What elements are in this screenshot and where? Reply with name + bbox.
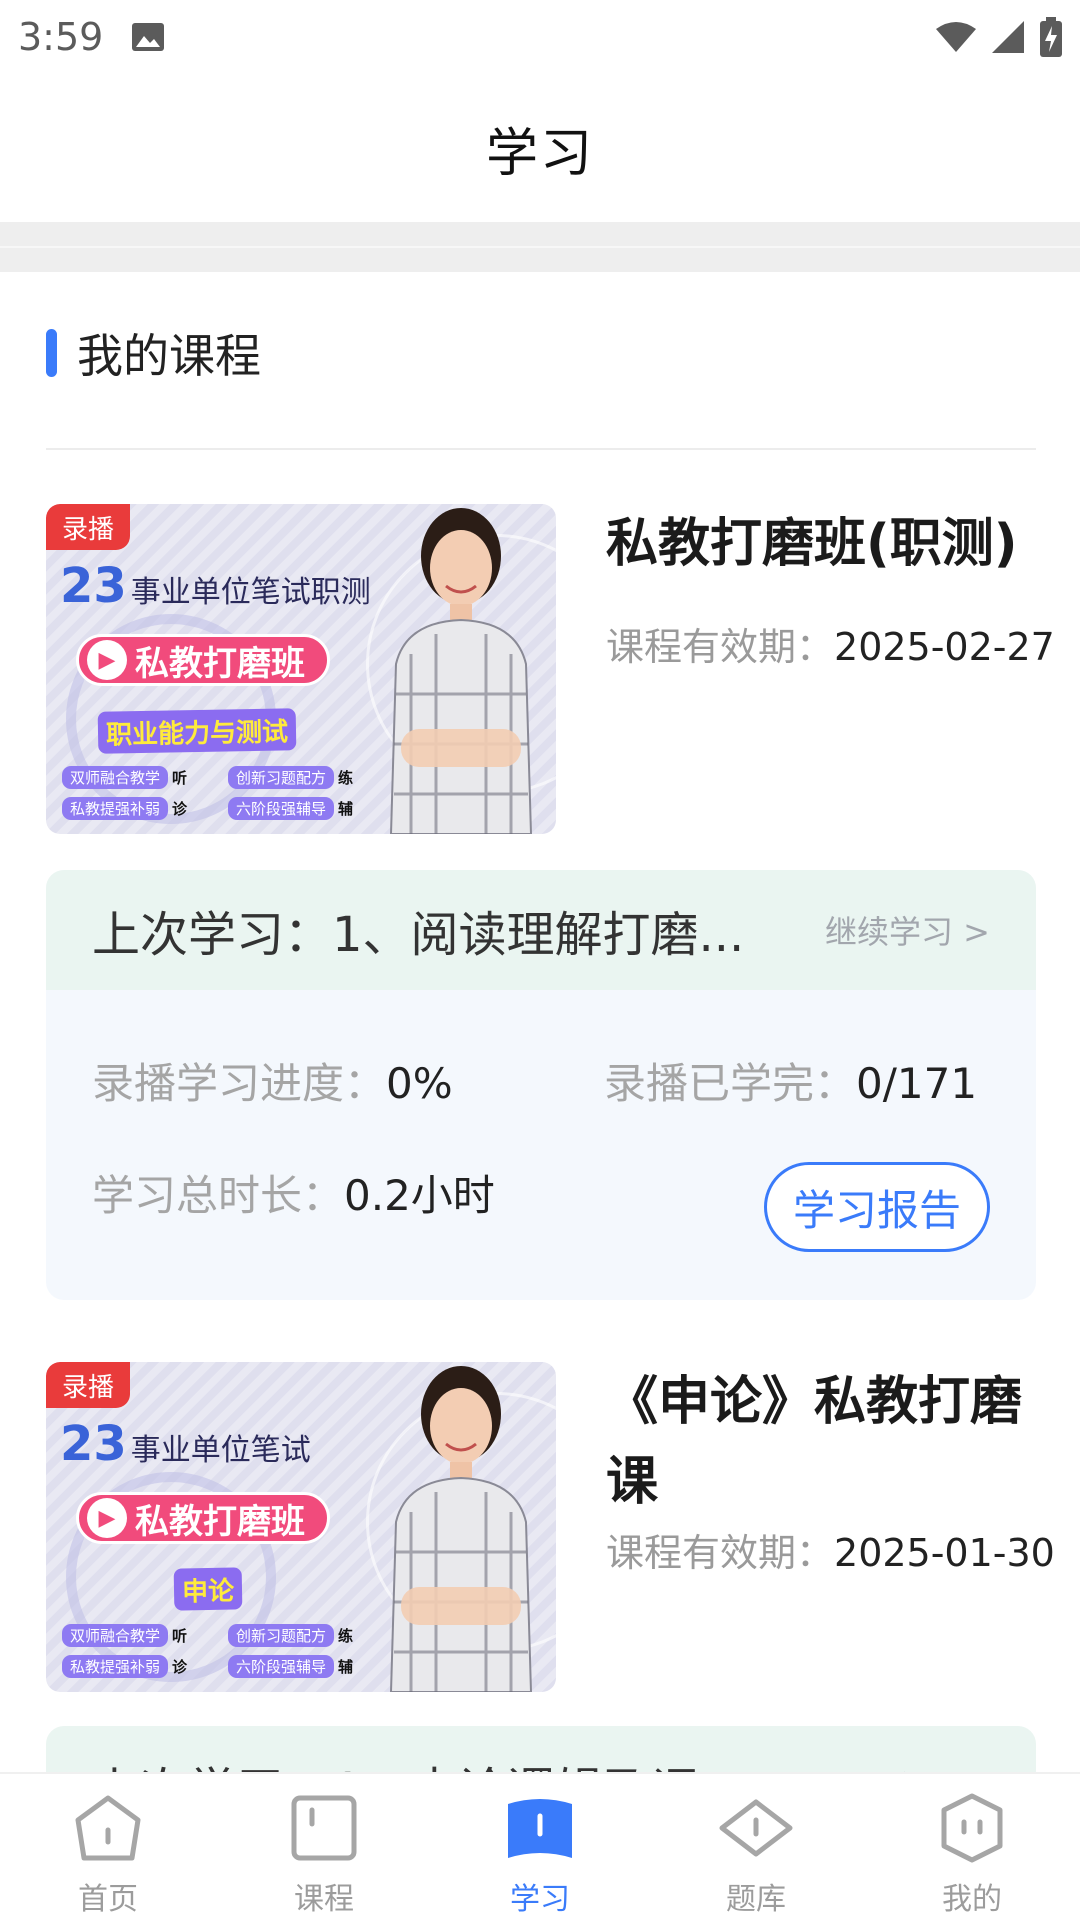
thumb-subtitle: 事业单位笔试职测 — [130, 575, 371, 610]
wifi-icon — [936, 22, 976, 52]
page-header: 学习 — [0, 74, 1080, 222]
tab-study[interactable]: 学习 — [432, 1774, 648, 1920]
thumb-pill: ▶ 私教打磨班 — [76, 1492, 330, 1544]
course-item[interactable]: 录播 23 事业单位笔试 ▶ 私教打磨班 申论 双师融合教学听 创新习题配方练 … — [46, 1362, 1055, 1692]
recorded-badge: 录播 — [46, 504, 130, 550]
section-accent-bar — [46, 329, 57, 377]
profile-icon — [941, 1793, 1003, 1863]
thumb-feature: 双师融合教学听 — [62, 766, 222, 789]
last-study-text: 上次学习：1、阅读理解打磨... — [92, 907, 745, 963]
tab-label: 题库 — [726, 1882, 786, 1917]
thumb-feature: 私教提强补弱诊 — [62, 797, 222, 820]
thumb-headline: 23 事业单位笔试职测 — [60, 558, 371, 614]
battery-icon — [1040, 17, 1062, 57]
page-title: 学习 — [485, 123, 594, 184]
duration-value: 0.2小时 — [344, 1171, 495, 1220]
progress-label: 录播学习进度： — [92, 1059, 387, 1108]
signal-icon — [992, 21, 1024, 53]
tab-label: 我的 — [942, 1882, 1002, 1917]
thumb-feature: 六阶段强辅导辅 — [228, 797, 388, 820]
section-divider — [46, 448, 1036, 450]
thumb-features: 双师融合教学听 创新习题配方练 私教提强补弱诊 六阶段强辅导辅 — [62, 1624, 388, 1678]
completed-stat: 录播已学完：0/171 — [604, 1050, 977, 1111]
validity-label: 课程有效期： — [606, 625, 835, 669]
progress-stat: 录播学习进度：0% — [92, 1050, 453, 1111]
tab-label: 首页 — [78, 1882, 138, 1917]
tab-label: 学习 — [510, 1882, 570, 1917]
duration-stat: 学习总时长：0.2小时 — [92, 1162, 495, 1223]
section-header: 我的课程 — [46, 320, 261, 386]
status-time: 3:59 — [18, 15, 104, 59]
thumb-subtitle: 事业单位笔试 — [130, 1433, 311, 1468]
gallery-notification-icon — [132, 23, 165, 51]
thumb-pill-label: 私教打磨班 — [135, 1501, 305, 1542]
progress-value: 0% — [386, 1059, 453, 1108]
last-study-row[interactable]: 上次学习：1、阅读理解打磨... 继续学习 > — [46, 870, 1036, 990]
course-icon — [291, 1795, 357, 1861]
section-title: 我的课程 — [77, 329, 261, 383]
course-title[interactable]: 私教打磨班(职测) — [606, 504, 1036, 584]
study-report-button[interactable]: 学习报告 — [764, 1162, 990, 1252]
thumb-pill-label: 私教打磨班 — [135, 643, 305, 684]
question-bank-icon — [719, 1799, 793, 1857]
thumb-feature: 创新习题配方练 — [228, 1624, 388, 1647]
thumb-features: 双师融合教学听 创新习题配方练 私教提强补弱诊 六阶段强辅导辅 — [62, 766, 388, 820]
thumb-feature: 六阶段强辅导辅 — [228, 1655, 388, 1678]
play-icon: ▶ — [87, 1498, 127, 1538]
validity-date: 2025-02-27 — [834, 625, 1055, 669]
tab-profile[interactable]: 我的 — [864, 1774, 1080, 1920]
tab-courses[interactable]: 课程 — [216, 1774, 432, 1920]
status-bar: 3:59 — [0, 0, 1080, 74]
thumb-feature: 双师融合教学听 — [62, 1624, 222, 1647]
study-icon — [508, 1799, 572, 1858]
home-icon — [75, 1795, 141, 1861]
bottom-tab-bar: 首页 课程 学习 题库 我的 — [0, 1772, 1080, 1920]
play-icon: ▶ — [87, 640, 127, 680]
header-separator — [0, 222, 1080, 272]
course-title[interactable]: 《申论》私教打磨课 — [606, 1362, 1036, 1522]
thumb-year: 23 — [60, 1416, 127, 1472]
tab-question-bank[interactable]: 题库 — [648, 1774, 864, 1920]
tab-home[interactable]: 首页 — [0, 1774, 216, 1920]
thumb-feature: 私教提强补弱诊 — [62, 1655, 222, 1678]
course-validity: 课程有效期：2025-01-30 — [606, 1522, 1055, 1577]
completed-label: 录播已学完： — [604, 1059, 857, 1108]
course-thumbnail[interactable]: 录播 23 事业单位笔试 ▶ 私教打磨班 申论 双师融合教学听 创新习题配方练 … — [46, 1362, 556, 1692]
continue-study-link[interactable]: 继续学习 > — [825, 907, 990, 953]
validity-label: 课程有效期： — [606, 1531, 835, 1575]
teacher-photo — [389, 508, 533, 834]
course-item[interactable]: 录播 23 事业单位笔试职测 ▶ 私教打磨班 职业能力与测试 双师融合教学听 创… — [46, 504, 1055, 834]
recorded-badge: 录播 — [46, 1362, 130, 1408]
thumb-headline: 23 事业单位笔试 — [60, 1416, 311, 1472]
thumb-pill: ▶ 私教打磨班 — [76, 634, 330, 686]
thumb-subject-tag: 职业能力与测试 — [97, 708, 297, 754]
duration-label: 学习总时长： — [92, 1171, 345, 1220]
thumb-year: 23 — [60, 558, 127, 614]
thumb-feature: 创新习题配方练 — [228, 766, 388, 789]
teacher-photo — [389, 1366, 533, 1692]
course-validity: 课程有效期：2025-02-27 — [606, 616, 1055, 671]
progress-card: 上次学习：1、阅读理解打磨... 继续学习 > 录播学习进度：0% 录播已学完：… — [46, 870, 1036, 1300]
thumb-subject-tag: 申论 — [173, 1567, 243, 1611]
completed-value: 0/171 — [856, 1059, 978, 1108]
course-thumbnail[interactable]: 录播 23 事业单位笔试职测 ▶ 私教打磨班 职业能力与测试 双师融合教学听 创… — [46, 504, 556, 834]
tab-label: 课程 — [294, 1882, 354, 1917]
validity-date: 2025-01-30 — [834, 1531, 1055, 1575]
